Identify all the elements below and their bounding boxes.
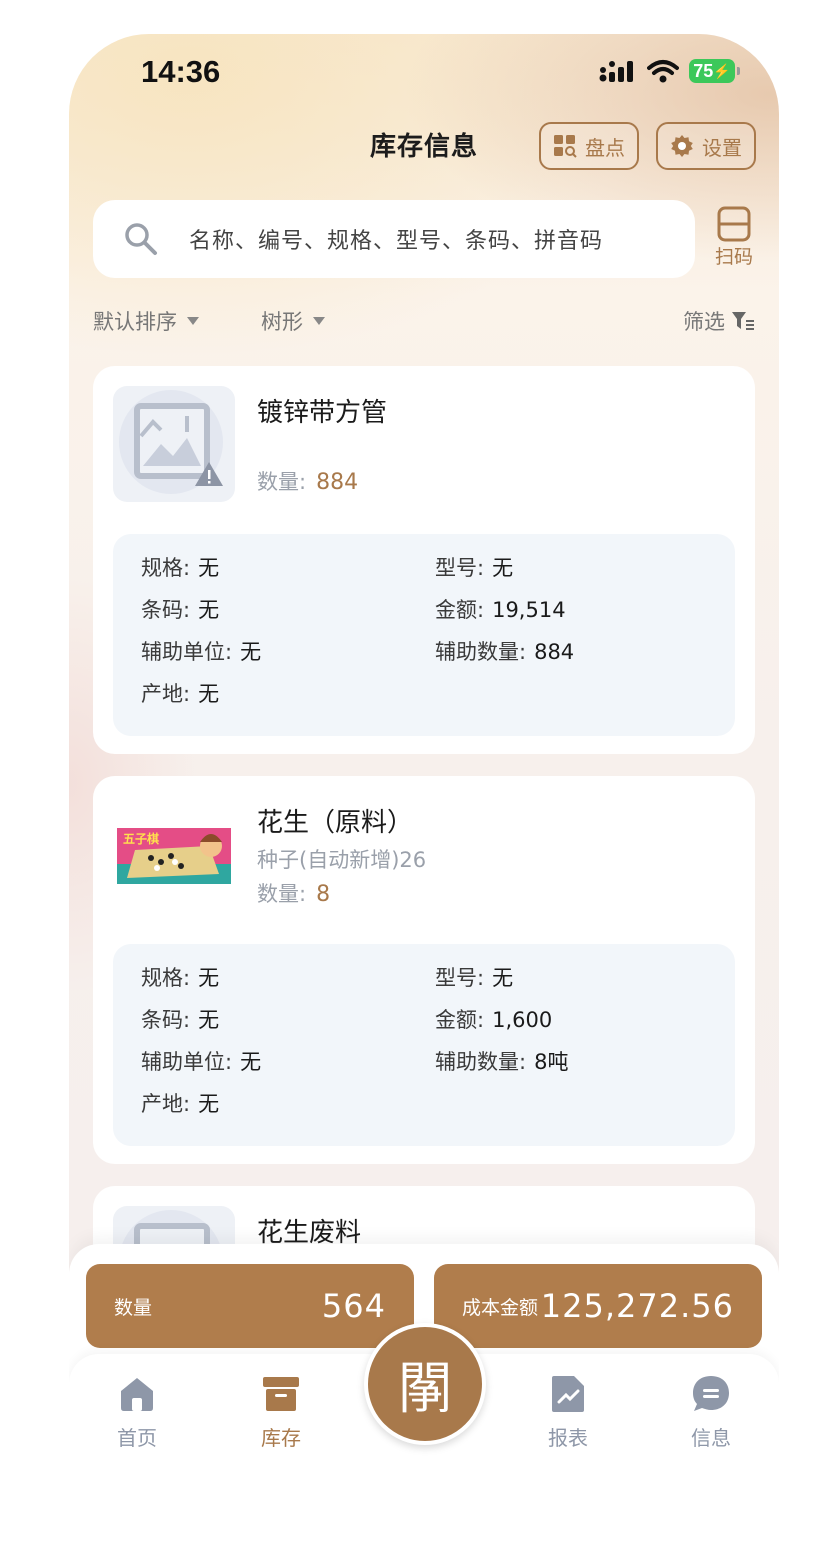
chevron-down-icon xyxy=(187,317,199,325)
barcode-field: 条码: 无 xyxy=(141,1008,220,1032)
status-time: 14:36 xyxy=(141,54,221,89)
box-icon xyxy=(263,1377,299,1411)
battery-indicator: 75 ⚡ xyxy=(689,59,740,83)
signal-icon xyxy=(599,61,633,82)
tab-inventory[interactable]: 库存 xyxy=(231,1374,331,1451)
tab-home-label: 首页 xyxy=(117,1426,157,1450)
tab-inventory-label: 库存 xyxy=(261,1426,301,1450)
total-quantity: 数量 564 xyxy=(86,1264,414,1348)
tab-home[interactable]: 首页 xyxy=(87,1374,187,1451)
wifi-icon xyxy=(647,60,679,83)
filter-label: 筛选 xyxy=(683,310,725,334)
scan-button[interactable]: 扫码 xyxy=(709,206,759,276)
sort-label: 默认排序 xyxy=(93,310,177,334)
inventory-card[interactable]: 镀锌带方管 数量: 884 规格: 无 型号: 无 条码: 无 金额: 19,514 辅助… xyxy=(93,366,755,754)
chat-icon xyxy=(693,1376,729,1411)
spec-field: 规格: 无 xyxy=(141,966,220,990)
gear-icon xyxy=(671,135,693,157)
scan-icon xyxy=(717,206,751,242)
tab-messages[interactable]: 信息 xyxy=(661,1374,761,1451)
aux-qty-field: 辅助数量: 8吨 xyxy=(435,1050,569,1074)
aux-unit-field: 辅助单位: 无 xyxy=(141,640,262,664)
quantity-label: 数量: xyxy=(257,470,307,494)
total-cost-value: 125,272.56 xyxy=(540,1287,734,1325)
product-image: 五子棋 xyxy=(113,796,235,912)
battery-level: 75 xyxy=(693,60,714,81)
item-quantity: 数量: 8 xyxy=(257,878,330,908)
settings-button[interactable]: 设置 xyxy=(656,122,756,170)
chevron-down-icon xyxy=(313,317,325,325)
settings-label: 设置 xyxy=(702,135,742,160)
placeholder-image-icon xyxy=(113,386,235,502)
sort-bar: 默认排序 树形 筛选 xyxy=(93,306,755,338)
quantity-value: 8 xyxy=(316,882,331,907)
origin-field: 产地: 无 xyxy=(141,682,220,706)
item-name: 花生（原料） xyxy=(257,808,414,838)
stocktake-button[interactable]: 盘点 xyxy=(539,122,639,170)
report-icon xyxy=(552,1376,584,1412)
aux-unit-field: 辅助单位: 无 xyxy=(141,1050,262,1074)
barcode-field: 条码: 无 xyxy=(141,598,220,622)
tab-reports-label: 报表 xyxy=(548,1426,588,1450)
origin-field: 产地: 无 xyxy=(141,1092,220,1116)
tree-dropdown[interactable]: 树形 xyxy=(261,306,325,336)
scan-label: 扫码 xyxy=(714,246,753,268)
amount-field: 金额: 1,600 xyxy=(435,1008,553,1032)
stocktake-label: 盘点 xyxy=(585,135,625,160)
total-cost: 成本金额 125,272.56 xyxy=(434,1264,762,1348)
total-quantity-value: 564 xyxy=(321,1287,386,1325)
model-field: 型号: 无 xyxy=(435,966,514,990)
product-image-text: 五子棋 xyxy=(123,831,159,846)
search-icon xyxy=(125,223,157,255)
search-input[interactable]: 名称、编号、规格、型号、条码、拼音码 xyxy=(93,200,695,278)
inventory-card[interactable]: 五子棋 花生（原料） 种子(自动新增)26 数量: 8 规格: 无 型号: 无 条码:… xyxy=(93,776,755,1164)
quantity-label: 数量: xyxy=(257,882,307,906)
center-logo: 䦛 xyxy=(397,1356,453,1422)
quantity-value: 884 xyxy=(316,470,359,495)
item-quantity: 数量: 884 xyxy=(257,466,358,496)
search-placeholder: 名称、编号、规格、型号、条码、拼音码 xyxy=(189,229,604,254)
stocktake-icon xyxy=(554,135,577,158)
phone-screen: 14:36 75 ⚡ 库存 信息 盘点 设置 名称、编号、规格、型号、条码、拼音码… xyxy=(69,34,779,1504)
tab-reports[interactable]: 报表 xyxy=(518,1374,618,1451)
sort-dropdown[interactable]: 默认排序 xyxy=(93,306,199,336)
item-name: 镀锌带方管 xyxy=(257,398,388,428)
center-action-button[interactable]: 䦛 xyxy=(364,1323,486,1445)
status-icons: 75 ⚡ xyxy=(599,58,740,84)
total-quantity-label: 数量 xyxy=(114,1296,153,1319)
item-details: 规格: 无 型号: 无 条码: 无 金额: 1,600 辅助单位: 无 辅助数量: 8吨 产… xyxy=(113,944,735,1146)
tree-label: 树形 xyxy=(261,310,303,334)
amount-field: 金额: 19,514 xyxy=(435,598,566,622)
home-icon xyxy=(121,1378,153,1411)
spec-field: 规格: 无 xyxy=(141,556,220,580)
aux-qty-field: 辅助数量: 884 xyxy=(435,640,575,664)
tab-messages-label: 信息 xyxy=(691,1426,731,1450)
item-details: 规格: 无 型号: 无 条码: 无 金额: 19,514 辅助单位: 无 辅助数量: 884… xyxy=(113,534,735,736)
model-field: 型号: 无 xyxy=(435,556,514,580)
filter-button[interactable]: 筛选 xyxy=(683,306,755,336)
filter-icon xyxy=(732,312,754,330)
item-category: 种子(自动新增)26 xyxy=(257,848,427,872)
total-cost-label: 成本金额 xyxy=(462,1296,539,1319)
